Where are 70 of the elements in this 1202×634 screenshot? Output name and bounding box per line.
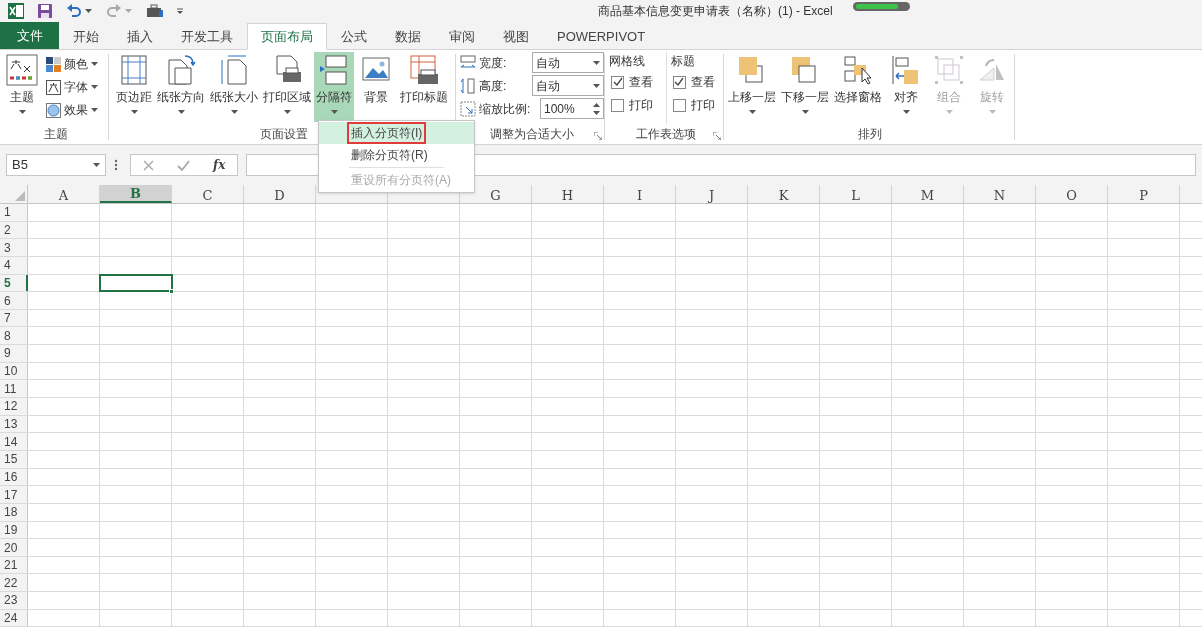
ribbon-button[interactable]: 分隔符 [314,52,354,122]
ribbon-button[interactable]: 主题 [4,52,40,122]
dropdown-field[interactable]: 自动 [532,75,604,96]
column-header[interactable]: N [964,185,1036,203]
option-heading: 网格线 [609,53,646,68]
group-label: 排列 [858,126,882,143]
row-header[interactable]: 17 [0,486,28,503]
ribbon-button[interactable]: 打印区域 [261,52,313,122]
ribbon-button[interactable]: 页边距 [114,52,154,122]
column-header[interactable]: M [892,185,964,203]
ribbon-button[interactable]: 纸张大小 [208,52,260,122]
row-header[interactable]: 11 [0,380,28,398]
column-header[interactable]: I [604,185,676,203]
row-header[interactable]: 14 [0,433,28,450]
menu-item[interactable]: 删除分页符(R) [319,144,474,166]
spin-field[interactable]: 100% [540,98,604,119]
column-header[interactable]: L [820,185,892,203]
insert-function-button[interactable]: fx [213,156,226,174]
group-label: 页面设置 [260,126,308,143]
ribbon-tab[interactable]: 数据 [381,23,435,50]
ribbon-tab[interactable]: 公式 [327,23,381,50]
group-label: 主题 [44,126,68,143]
field-label: 高度: [479,77,507,95]
row-header[interactable]: 12 [0,398,28,415]
ribbon-button[interactable]: 下移一层 [779,52,831,122]
menu-item[interactable]: 插入分页符(I) [319,122,474,144]
option-heading: 标题 [670,53,696,68]
column-header[interactable]: B [100,185,172,203]
ribbon-tab[interactable]: 插入 [113,23,167,50]
column-header[interactable]: O [1036,185,1108,203]
ribbon-tab[interactable]: 页面布局 [247,23,327,50]
ribbon-tab[interactable]: POWERPIVOT [543,23,660,50]
checkbox-label: 打印 [690,97,715,114]
ribbon-button[interactable]: 背景 [358,52,394,122]
row-header[interactable]: 6 [0,292,28,309]
column-header[interactable]: C [172,185,244,203]
group-label: 调整为合适大小 [490,126,574,143]
column-header[interactable]: D [244,185,316,203]
row-header[interactable]: 3 [0,239,28,256]
ribbon-tab[interactable]: 开始 [59,23,113,50]
ribbon-tab[interactable]: 审阅 [435,23,489,50]
row-header[interactable]: 8 [0,327,28,345]
column-header[interactable]: H [532,185,604,203]
column-header[interactable]: K [748,185,820,203]
window-title: 商品基本信息变更申请表（名称）(1) - Excel [598,3,833,19]
row-header[interactable]: 9 [0,345,28,362]
group-label: 工作表选项 [636,126,696,143]
ribbon-tab[interactable]: 视图 [489,23,543,50]
ribbon-small-button[interactable]: 颜色 [46,54,98,74]
column-header[interactable]: P [1108,185,1180,203]
checkbox-label: 打印 [629,97,653,114]
checkbox-label: 查看 [629,74,653,91]
dropdown-field[interactable]: 自动 [532,52,604,73]
ribbon-button[interactable]: 对齐 [888,52,924,122]
ribbon-tab[interactable]: 开发工具 [167,23,247,50]
file-tab[interactable]: 文件 [0,22,59,49]
ribbon-small-button[interactable]: 效果 [46,100,98,120]
column-header[interactable]: J [676,185,748,203]
row-header[interactable]: 20 [0,539,28,556]
checkbox-label: 查看 [690,74,715,91]
row-header[interactable]: 23 [0,592,28,609]
ribbon-button[interactable]: 选择窗格 [832,52,884,122]
row-header[interactable]: 22 [0,574,28,592]
ribbon-small-button[interactable]: 字体 [46,77,98,97]
name-box[interactable]: B5 [6,154,106,176]
ribbon-button[interactable]: 上移一层 [726,52,778,122]
field-label: 缩放比例: [479,100,531,118]
ribbon-button[interactable]: 纸张方向 [155,52,207,122]
field-label: 宽度: [479,54,507,72]
row-header[interactable]: 1 [0,204,28,221]
